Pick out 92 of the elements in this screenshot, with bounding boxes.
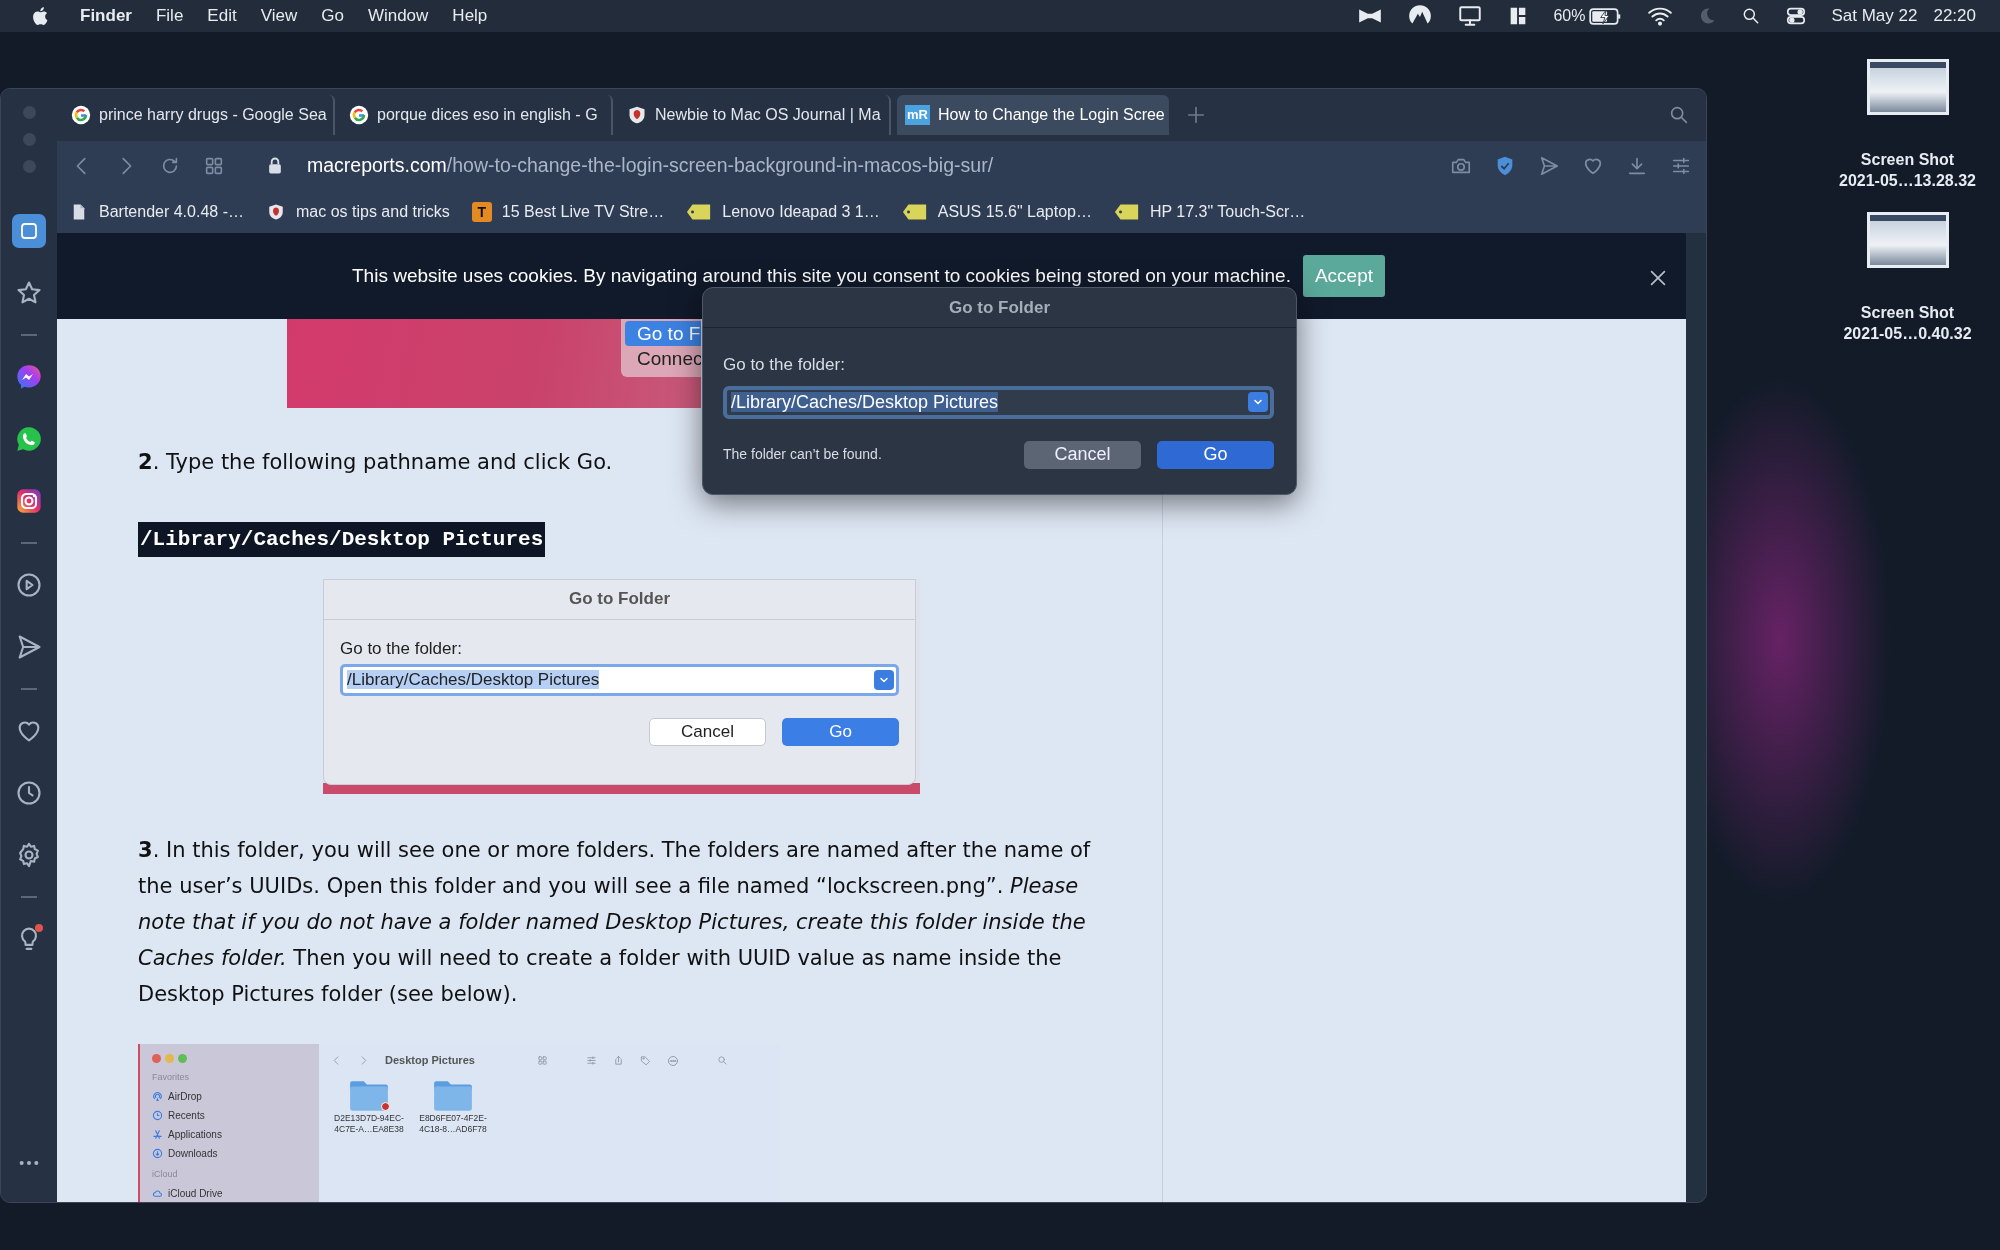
instagram-icon[interactable] (15, 487, 43, 515)
tag-icon (686, 203, 713, 221)
browser-tab[interactable]: porque dices eso in english - G (341, 95, 613, 135)
cancel-button[interactable]: Cancel (649, 718, 766, 746)
dialog-title: Go to Folder (324, 580, 915, 620)
sidebar-item[interactable]: Recents (168, 1109, 205, 1122)
bookmark-link[interactable]: ASUS 15.6" Laptop… (937, 200, 1092, 224)
more-icon[interactable] (18, 1160, 40, 1166)
go-button[interactable]: Go (1157, 440, 1274, 469)
go-button[interactable]: Go (782, 718, 899, 746)
cancel-button[interactable]: Cancel (1024, 440, 1141, 469)
tag-icon (901, 203, 928, 221)
tab-title: prince harry drugs - Google Sea (99, 105, 327, 125)
menu-item[interactable]: Go to F (625, 321, 701, 346)
multicolor-g-icon (71, 105, 91, 125)
clock-icon (152, 1110, 163, 1121)
sidebar-item[interactable]: iCloud Drive (168, 1187, 223, 1200)
sidebar-item[interactable]: Downloads (168, 1147, 218, 1160)
section-heading: Favorites (152, 1071, 190, 1084)
cloud-icon (152, 1188, 163, 1199)
sidebar-item[interactable]: Applications (168, 1128, 222, 1141)
section-heading: iCloud (152, 1168, 179, 1181)
site-logo: mR (905, 105, 930, 125)
control-center-icon[interactable] (1785, 5, 1808, 27)
bookmark-link[interactable]: Bartender 4.0.48 -… (99, 200, 244, 224)
tag-icon[interactable] (639, 1055, 651, 1066)
screenshot-thumbnail[interactable] (1866, 59, 1949, 115)
dropdown-button[interactable] (1248, 392, 1268, 412)
whatsapp-icon[interactable] (15, 425, 43, 453)
folder-icon[interactable] (432, 1079, 474, 1113)
dropdown-button[interactable] (874, 670, 894, 690)
display-icon[interactable] (1457, 3, 1484, 29)
path-field[interactable]: /Library/Caches/Desktop Pictures (340, 664, 899, 696)
battery-percent: 60% (1553, 6, 1586, 26)
share-icon[interactable] (612, 1055, 624, 1066)
browser-tab[interactable]: Newbie to Mac OS Journal | Ma (619, 95, 891, 135)
menu-item[interactable]: Go (309, 3, 356, 29)
field-label: Go to the folder: (340, 638, 463, 660)
tag-icon (1113, 203, 1140, 221)
cookie-notice: This website uses cookies. By navigating around this site you consent to cookies being stored on your machine. (352, 263, 1291, 288)
browser-tab[interactable]: prince harry drugs - Google Sea (63, 95, 335, 135)
airdrop-icon (152, 1091, 163, 1102)
menu-item[interactable]: Help (440, 3, 500, 29)
bookmark-link[interactable]: mac os tips and tricks (295, 200, 450, 224)
folder-name[interactable]: 4C7E-A…EA8E38 (334, 1124, 404, 1135)
file-name[interactable]: Screen Shot (1860, 149, 1955, 170)
grid-icon[interactable] (203, 155, 225, 177)
play-icon[interactable] (15, 571, 43, 599)
clock-icon[interactable] (15, 779, 43, 807)
folder-name[interactable]: D2E13D7D-94EC- (334, 1113, 404, 1124)
shield-icon (627, 105, 647, 125)
error-message: The folder can’t be found. (723, 445, 883, 464)
menu-bar-time: 22:20 (1933, 5, 1976, 28)
bookmark-link[interactable]: HP 17.3" Touch-Scr… (1149, 200, 1306, 224)
home-panel-button[interactable] (12, 214, 46, 248)
file-name[interactable]: Screen Shot (1860, 302, 1955, 323)
download-icon (152, 1148, 163, 1159)
folder-name[interactable]: 4C18-8…AD6F78 (419, 1124, 487, 1135)
settings-icon[interactable] (1670, 155, 1692, 177)
new-tab-icon[interactable] (1185, 104, 1207, 126)
bookmark-link[interactable]: Lenovo Ideapad 3 1… (722, 200, 880, 224)
field-label: Go to the folder: (723, 354, 846, 376)
bookmark-logo: T (471, 202, 492, 222)
folder-name[interactable]: E8D6FE07-4F2E- (419, 1113, 487, 1124)
file-name[interactable]: 2021-05…13.28.32 (1839, 170, 1976, 191)
apps-icon (152, 1129, 163, 1140)
menu-item[interactable]: File (143, 3, 196, 29)
app-menu[interactable]: Finder (68, 3, 144, 29)
menu-item[interactable]: Edit (195, 3, 249, 29)
folder-title: Desktop Pictures (385, 1054, 475, 1067)
menu-bar-date: Sat May 22 (1831, 5, 1918, 28)
screenshot-thumbnail[interactable] (1866, 212, 1949, 268)
file-name[interactable]: 2021-05…0.40.32 (1843, 323, 1972, 344)
menu-item[interactable]: View (248, 3, 310, 29)
multicolor-g-icon (349, 105, 369, 125)
path-field[interactable]: /Library/Caches/Desktop Pictures (723, 385, 1274, 419)
paragraph: 3. In this folder, you will see one or more folders. The folders are named after the name of the user’s UUIDs. Open this folder and you will see a file named “lockscreen.png”. Please note that if you do not have a folder named Desktop Pictures, create this folder inside the Caches folder. Then you will need to create a folder with UUID value as name inside the Desktop Pictures folder (see below). (138, 837, 1092, 1008)
browser-tab[interactable]: mR How to Change the Login Scree (897, 95, 1169, 135)
bookmark-link[interactable]: 15 Best Live TV Stre… (501, 200, 665, 224)
folder-icon[interactable] (348, 1079, 390, 1113)
download-icon[interactable] (1626, 155, 1648, 177)
sidebar-item[interactable]: AirDrop (168, 1090, 202, 1103)
dialog-title: Go to Folder (703, 288, 1296, 328)
paragraph: 2. Type the following pathname and click Go. (138, 449, 613, 476)
code-snippet: /Library/Caches/Desktop Pictures (138, 522, 546, 557)
tab-title: Newbie to Mac OS Journal | Ma (655, 105, 881, 125)
send-icon[interactable] (1538, 155, 1560, 177)
messenger-icon[interactable] (15, 363, 43, 391)
grid-icon[interactable] (536, 1055, 548, 1066)
tab-title: How to Change the Login Scree (937, 105, 1165, 125)
tab-title: porque dices eso in english - G (377, 105, 598, 125)
menu-item[interactable]: Window (355, 3, 441, 29)
